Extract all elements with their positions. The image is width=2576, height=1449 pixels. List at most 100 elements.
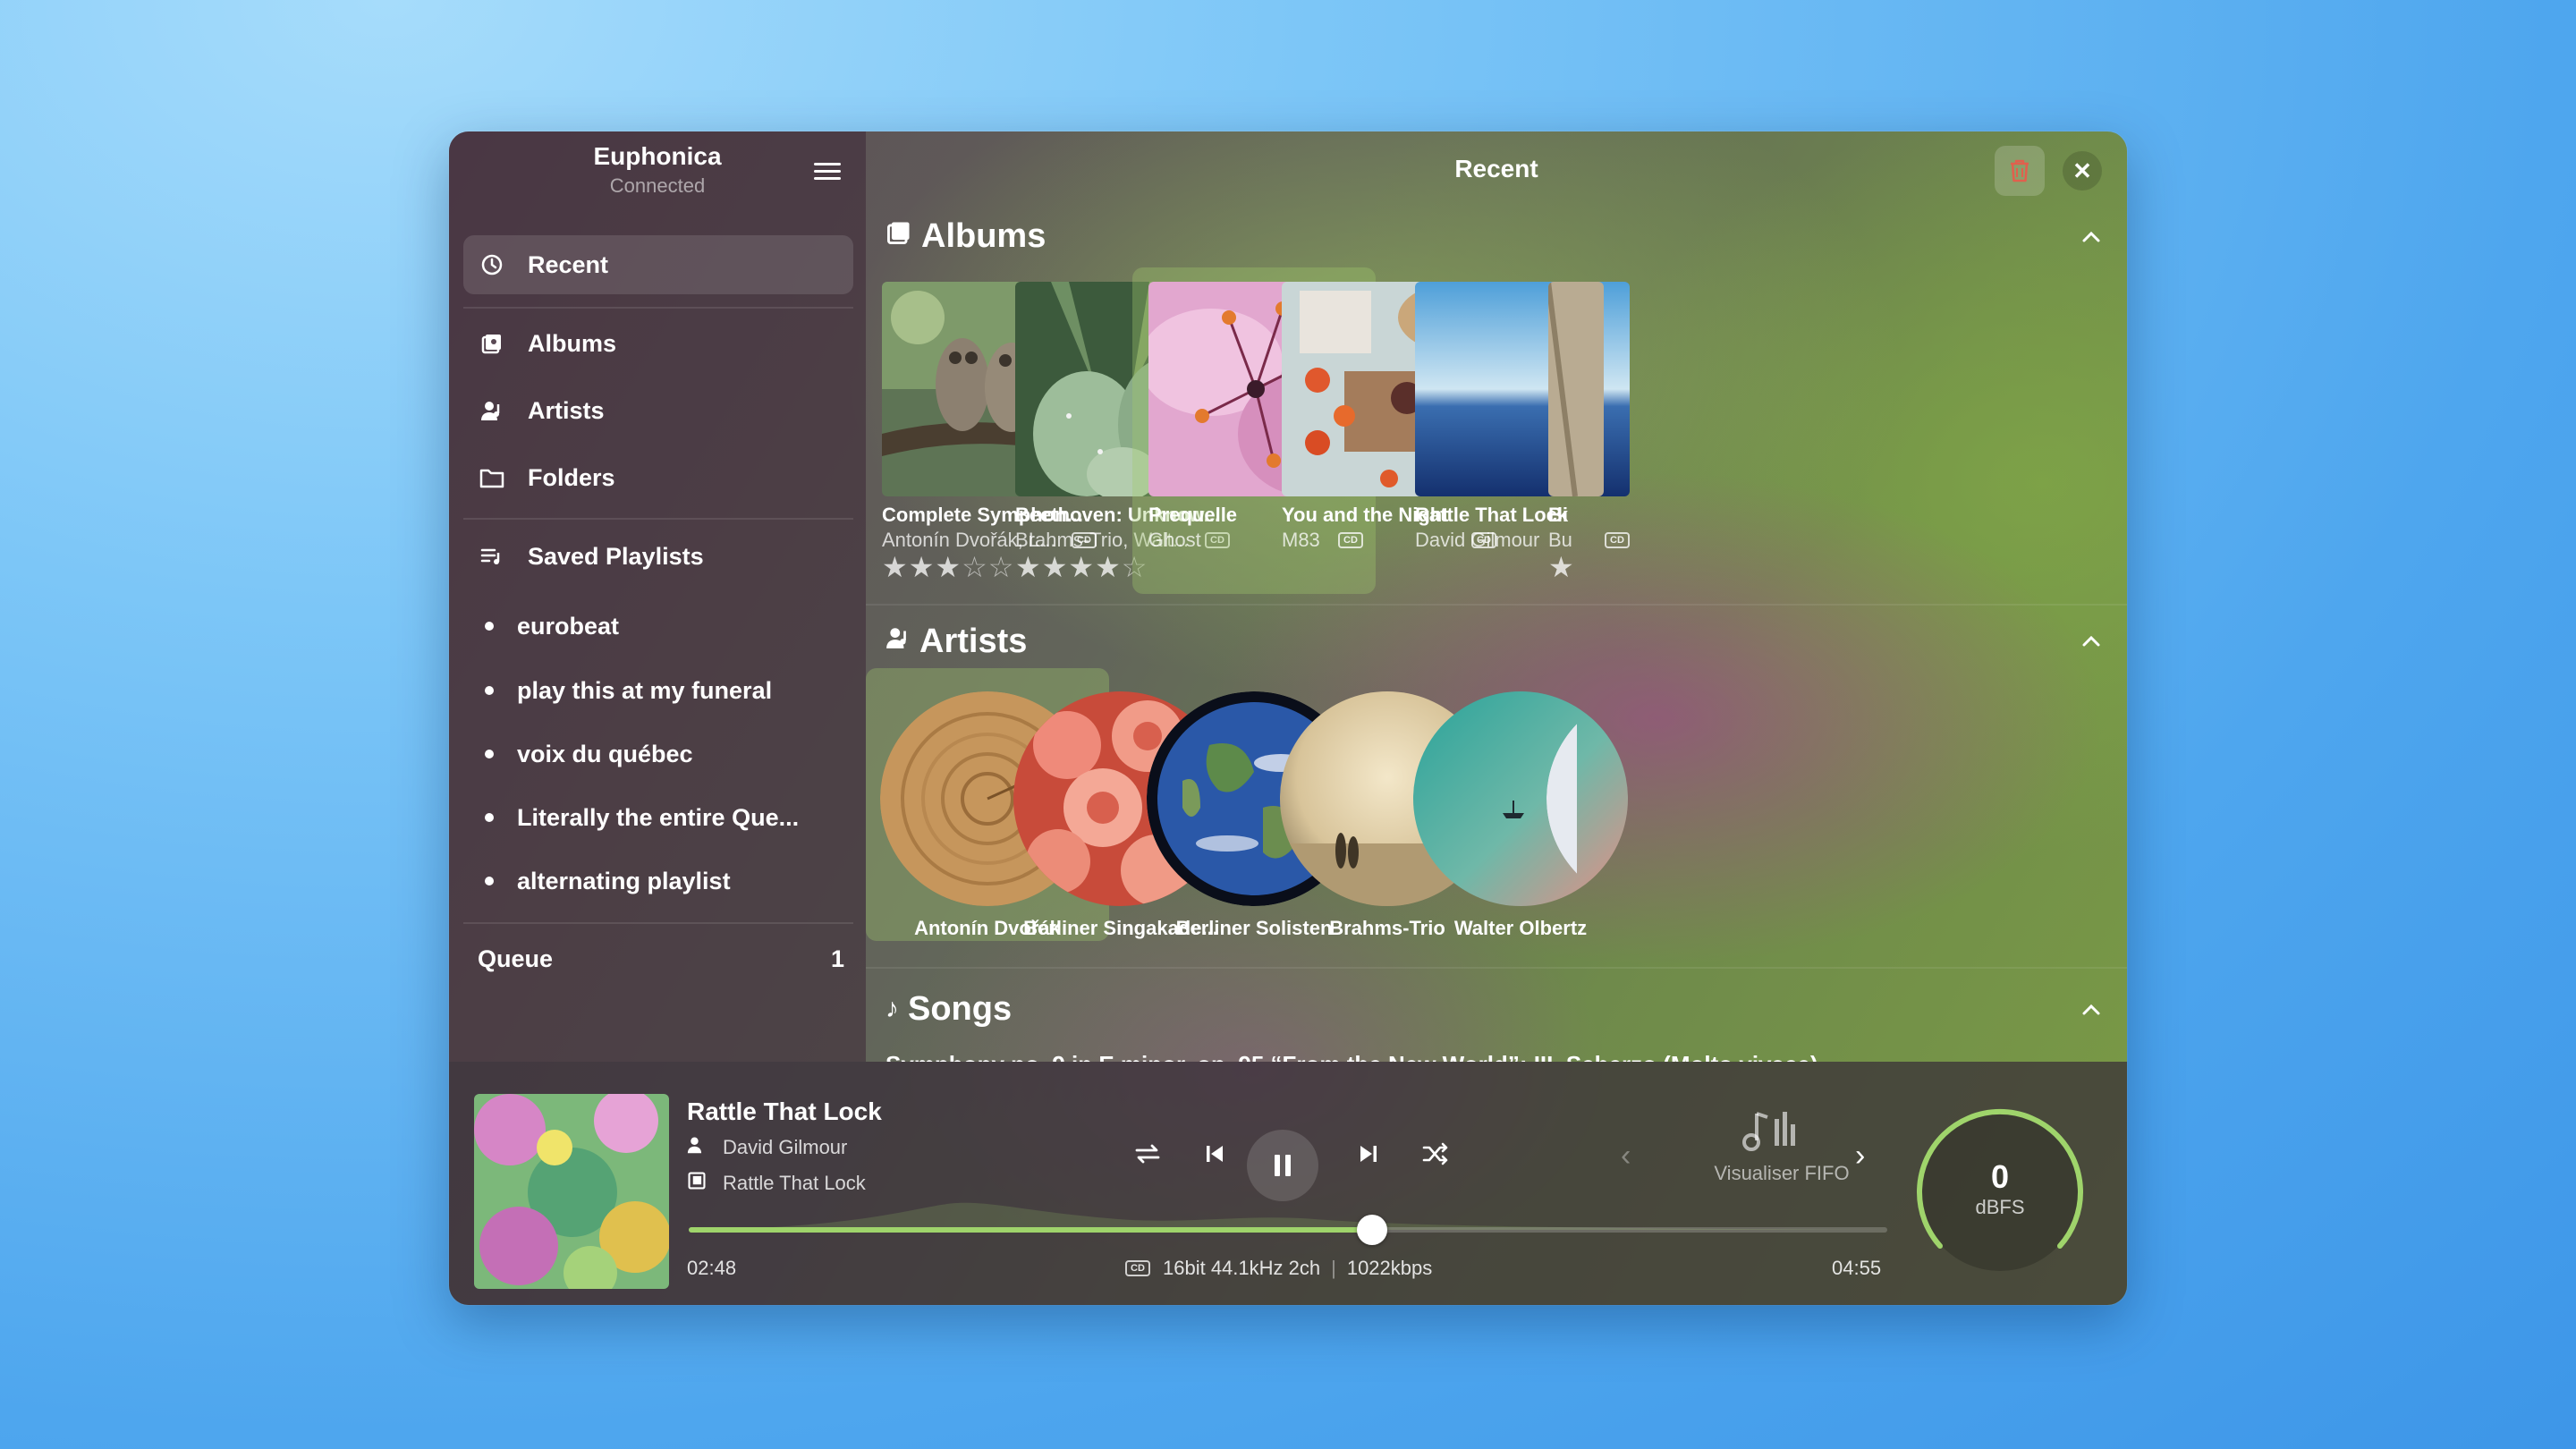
cd-badge: CD xyxy=(1125,1260,1150,1276)
artist-icon xyxy=(478,396,506,425)
elapsed-time: 02:48 xyxy=(687,1257,737,1279)
seek-handle[interactable] xyxy=(1356,1215,1387,1245)
album-cover xyxy=(1548,282,1604,496)
now-playing-artist-row[interactable]: David Gilmour xyxy=(687,1135,847,1160)
previous-button[interactable] xyxy=(1194,1133,1235,1174)
section-separator xyxy=(866,967,2127,969)
sidebar-item-label: Folders xyxy=(528,463,615,491)
now-playing-cover xyxy=(474,1094,669,1289)
shuffle-button[interactable] xyxy=(1415,1133,1456,1174)
playlist-item[interactable]: Literally the entire Que... xyxy=(485,795,852,840)
app-title: Euphonica xyxy=(593,142,722,170)
artist-card[interactable]: Walter Olbertz xyxy=(1399,668,1642,941)
close-button[interactable]: ✕ xyxy=(2063,151,2102,191)
seek-progress xyxy=(689,1227,1372,1233)
albums-section-header: Albums xyxy=(886,214,1046,258)
meter-value: 0 xyxy=(1990,1158,2010,1195)
trash-icon xyxy=(2011,159,2029,182)
music-note-icon: ♪ xyxy=(886,994,899,1023)
menu-icon[interactable] xyxy=(814,158,841,185)
sidebar: Euphonica Connected Recent Albums Artist… xyxy=(449,131,866,1062)
next-button[interactable] xyxy=(1348,1133,1389,1174)
playlist-item[interactable]: alternating playlist xyxy=(485,859,852,903)
artist-card[interactable] xyxy=(1532,668,1577,941)
album-title: Bi xyxy=(1548,504,1568,526)
artist-avatar xyxy=(1546,691,1577,906)
bullet-icon xyxy=(485,813,494,822)
artist-icon xyxy=(687,1135,710,1160)
divider xyxy=(463,307,853,309)
playlist-label: alternating playlist xyxy=(517,867,731,894)
playlist-item[interactable]: play this at my funeral xyxy=(485,668,852,713)
sidebar-item-folders[interactable]: Folders xyxy=(463,448,853,507)
playlist-icon xyxy=(478,542,506,571)
artist-icon xyxy=(886,625,911,657)
sidebar-item-label: Albums xyxy=(528,329,617,357)
visualiser-icon[interactable] xyxy=(1741,1106,1803,1160)
album-icon xyxy=(886,219,912,253)
repeat-icon xyxy=(1135,1144,1160,1164)
bullet-icon xyxy=(485,877,494,886)
rating-stars[interactable]: ★ xyxy=(1548,550,1575,584)
sidebar-item-recent[interactable]: Recent xyxy=(463,235,853,294)
queue-item[interactable]: Queue 1 xyxy=(478,936,844,981)
chevron-right-icon[interactable]: › xyxy=(1855,1139,1865,1174)
song-row[interactable]: Symphony no. 9 in E minor, op. 95 “From … xyxy=(886,1051,2012,1062)
clock-icon xyxy=(478,250,506,279)
bullet-icon xyxy=(485,686,494,695)
skip-forward-icon xyxy=(1360,1146,1377,1162)
artist-avatar xyxy=(1413,691,1628,906)
playlist-label: play this at my funeral xyxy=(517,676,773,704)
queue-label: Queue xyxy=(478,945,554,972)
queue-count: 1 xyxy=(830,945,844,972)
chevron-left-icon[interactable]: ‹ xyxy=(1621,1139,1631,1174)
songs-section-header: ♪ Songs xyxy=(886,987,1012,1031)
sidebar-item-albums[interactable]: Albums xyxy=(463,314,853,373)
album-card[interactable]: Rattle That Lock David Gilmour CD xyxy=(1399,267,1642,594)
main-content: Recent ✕ Albums Complete Symphon... Anto… xyxy=(866,131,2127,1062)
chevron-up-icon[interactable] xyxy=(2075,994,2107,1026)
page-title: Recent xyxy=(1454,155,1538,182)
rating-stars[interactable]: ★★★☆☆ xyxy=(882,550,1014,584)
sidebar-item-label: Artists xyxy=(528,396,605,424)
now-playing-title: Rattle That Lock xyxy=(687,1097,882,1125)
artists-section-header: Artists xyxy=(886,619,1027,664)
sidebar-header: Euphonica Connected xyxy=(449,131,866,221)
waveform xyxy=(689,1202,1887,1230)
playlist-label: voix du québec xyxy=(517,740,693,767)
now-playing-artist: David Gilmour xyxy=(723,1136,848,1158)
bitrate: 1022kbps xyxy=(1346,1257,1433,1279)
connection-status: Connected xyxy=(609,174,706,197)
chevron-up-icon[interactable] xyxy=(2075,221,2107,253)
sidebar-item-label: Saved Playlists xyxy=(528,542,704,570)
album-card[interactable]: Bi Bu ★ xyxy=(1532,267,1604,594)
chevron-up-icon[interactable] xyxy=(2075,625,2107,657)
clear-history-button[interactable] xyxy=(1995,146,2045,196)
artist-name: Walter Olbertz xyxy=(1453,917,1588,939)
section-separator xyxy=(866,604,2127,606)
section-title: Albums xyxy=(921,216,1046,255)
divider xyxy=(463,518,853,520)
app-window: Euphonica Connected Recent Albums Artist… xyxy=(449,131,2127,1305)
shuffle-icon xyxy=(1422,1142,1448,1165)
playlist-item[interactable]: eurobeat xyxy=(485,604,852,648)
folder-icon xyxy=(478,463,506,492)
sidebar-item-artists[interactable]: Artists xyxy=(463,381,853,440)
seek-bar[interactable] xyxy=(689,1215,1887,1245)
repeat-button[interactable] xyxy=(1127,1133,1168,1174)
pause-icon xyxy=(1275,1155,1291,1176)
divider xyxy=(463,922,853,924)
format-info: CD 16bit 44.1kHz 2ch | 1022kbps xyxy=(1125,1257,1432,1280)
section-title: Artists xyxy=(919,622,1028,660)
playlist-label: eurobeat xyxy=(517,612,620,640)
close-icon: ✕ xyxy=(2072,157,2092,184)
playlist-item[interactable]: voix du québec xyxy=(485,732,852,776)
meter-unit: dBFS xyxy=(1975,1196,2025,1218)
sidebar-item-saved-playlists[interactable]: Saved Playlists xyxy=(463,527,853,586)
album-artist: Bu xyxy=(1548,529,1572,551)
skip-back-icon xyxy=(1207,1146,1223,1162)
album-icon xyxy=(478,329,506,358)
sidebar-item-label: Recent xyxy=(528,250,609,278)
rating-stars[interactable]: ★★★★☆ xyxy=(1015,550,1148,584)
bullet-icon xyxy=(485,750,494,758)
